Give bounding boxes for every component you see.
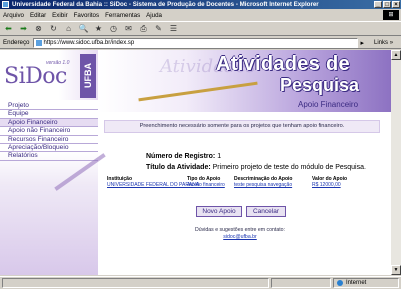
- cell-tipo[interactable]: Auxilio financeiro: [187, 182, 225, 188]
- cell-valor[interactable]: R$ 12000,00: [312, 182, 341, 188]
- sidebar-item-relatorios[interactable]: Relatórios: [0, 152, 98, 161]
- refresh-button[interactable]: ↻: [48, 23, 59, 34]
- footer-contact-text: Dúvidas e sugestões entre em contato:: [195, 227, 285, 233]
- page-title-line1: Atividades de: [216, 53, 350, 75]
- status-bar: Internet: [0, 276, 401, 289]
- sidebar: SiDoc versão 1.0 UFBA Projeto Equipe Apo…: [0, 50, 106, 275]
- registro-value: 1: [217, 153, 222, 160]
- history-icon: ◷: [110, 24, 117, 33]
- menu-editar[interactable]: Editar: [30, 12, 46, 19]
- address-input[interactable]: https://www.sidoc.ufba.br/index.sp: [32, 37, 358, 48]
- sidebar-nav: Projeto Equipe Apoio Financeiro Apoio nã…: [0, 102, 98, 161]
- edit-icon: ✎: [155, 24, 162, 33]
- sidebar-item-apoio-financeiro[interactable]: Apoio Financeiro: [0, 118, 98, 128]
- links-button[interactable]: Links »: [374, 40, 393, 46]
- home-icon: ⌂: [66, 24, 71, 33]
- header-banner: Atividades Atividades de Pesquisa Apoio …: [98, 50, 391, 112]
- page-content: SiDoc versão 1.0 UFBA Projeto Equipe Apo…: [0, 50, 391, 275]
- titulo-row: Título da Atividade: Primeiro projeto de…: [146, 164, 366, 171]
- menu-ajuda[interactable]: Ajuda: [146, 12, 162, 19]
- window-controls: _ □ ×: [374, 1, 400, 8]
- contact-email-link[interactable]: sidoc@ufba.br: [223, 234, 257, 240]
- home-button[interactable]: ⌂: [63, 23, 74, 34]
- minimize-button[interactable]: _: [374, 1, 382, 8]
- search-button[interactable]: 🔍: [78, 23, 89, 34]
- refresh-icon: ↻: [50, 24, 57, 33]
- registro-label: Número de Registro:: [146, 153, 216, 160]
- ie-icon: [2, 1, 9, 8]
- stop-button[interactable]: ⊗: [33, 23, 44, 34]
- print-icon: ⎙: [140, 23, 147, 33]
- close-button[interactable]: ×: [392, 1, 400, 8]
- history-button[interactable]: ◷: [108, 23, 119, 34]
- ufba-logo: UFBA: [80, 54, 96, 98]
- scroll-down-icon[interactable]: ▼: [391, 265, 401, 275]
- page-icon: [35, 39, 42, 46]
- footer-email-row: sidoc@ufba.br: [100, 234, 380, 240]
- titulo-value: Primeiro projeto de teste do módulo de P…: [212, 164, 366, 171]
- sidebar-item-apreciacao-bloqueio[interactable]: Apreciação/Bloqueio: [0, 144, 98, 153]
- favorites-button[interactable]: ★: [93, 23, 104, 34]
- toolbar: ⬅ ➡ ⊗ ↻ ⌂ 🔍 ★ ◷ ✉ ⎙ ✎ ☰: [0, 21, 401, 36]
- titulo-label: Título da Atividade:: [146, 164, 211, 171]
- forward-icon: ➡: [20, 24, 27, 33]
- back-icon: ⬅: [5, 24, 12, 33]
- status-progress-area: [271, 278, 331, 288]
- go-button[interactable]: ▸: [361, 39, 365, 47]
- search-icon: 🔍: [78, 24, 89, 33]
- menu-ferramentas[interactable]: Ferramentas: [105, 12, 140, 19]
- sidebar-item-recursos-financeiro[interactable]: Recursos Financeiro: [0, 136, 98, 144]
- address-url: https://www.sidoc.ufba.br/index.sp: [43, 39, 135, 46]
- edit-button[interactable]: ✎: [153, 23, 164, 34]
- window-title: Universidade Federal da Bahia :: SiDoc -…: [12, 1, 319, 8]
- print-button[interactable]: ⎙: [138, 23, 149, 34]
- cancelar-button[interactable]: Cancelar: [246, 206, 286, 217]
- sidebar-item-apoio-nao-financeiro[interactable]: Apoio não Financeiro: [0, 127, 98, 136]
- menu-favoritos[interactable]: Favoritos: [74, 12, 99, 19]
- stop-icon: ⊗: [35, 24, 42, 33]
- registro-row: Número de Registro: 1: [146, 153, 221, 160]
- forward-button[interactable]: ➡: [18, 23, 29, 34]
- novo-apoio-button[interactable]: Novo Apoio: [196, 206, 242, 217]
- banner-pen-decoration: [138, 81, 258, 102]
- window-titlebar: Universidade Federal da Bahia :: SiDoc -…: [0, 0, 401, 9]
- page-title-line2: Pesquisa: [280, 75, 360, 95]
- address-label: Endereço: [3, 39, 30, 46]
- mail-icon: ✉: [125, 24, 132, 33]
- vertical-scrollbar[interactable]: ▲ ▼: [391, 50, 401, 275]
- notice-bar: Preenchimento necessário somente para os…: [104, 120, 380, 133]
- back-button[interactable]: ⬅: [3, 23, 14, 34]
- logo-area: SiDoc versão 1.0 UFBA: [0, 50, 98, 100]
- sidebar-item-projeto[interactable]: Projeto: [0, 102, 98, 111]
- maximize-button[interactable]: □: [383, 1, 391, 8]
- menu-arquivo[interactable]: Arquivo: [3, 12, 24, 19]
- discuss-button[interactable]: ☰: [168, 23, 179, 34]
- cell-instituicao[interactable]: UNIVERSIDADE FEDERAL DO PARANA: [107, 182, 199, 188]
- zone-label: Internet: [346, 280, 367, 286]
- scroll-up-icon[interactable]: ▲: [391, 50, 401, 60]
- security-zone: Internet: [333, 278, 399, 288]
- favorites-icon: ★: [94, 24, 103, 33]
- mail-button[interactable]: ✉: [123, 23, 134, 34]
- discuss-icon: ☰: [169, 24, 178, 33]
- page-subtitle: Apoio Financeiro: [298, 100, 359, 109]
- status-text-area: [2, 278, 269, 288]
- sidebar-item-equipe[interactable]: Equipe: [0, 110, 98, 119]
- windows-logo-icon: ⊞: [383, 10, 399, 20]
- menu-bar: Arquivo Editar Exibir Favoritos Ferramen…: [0, 10, 401, 20]
- cell-descriminacao[interactable]: teste pesquisa navegação: [234, 182, 292, 188]
- sidoc-logo: SiDoc: [4, 64, 67, 89]
- internet-zone-icon: [337, 280, 343, 286]
- menu-exibir[interactable]: Exibir: [52, 12, 67, 19]
- address-bar: Endereço https://www.sidoc.ufba.br/index…: [0, 37, 401, 49]
- version-label: versão 1.0: [46, 60, 70, 66]
